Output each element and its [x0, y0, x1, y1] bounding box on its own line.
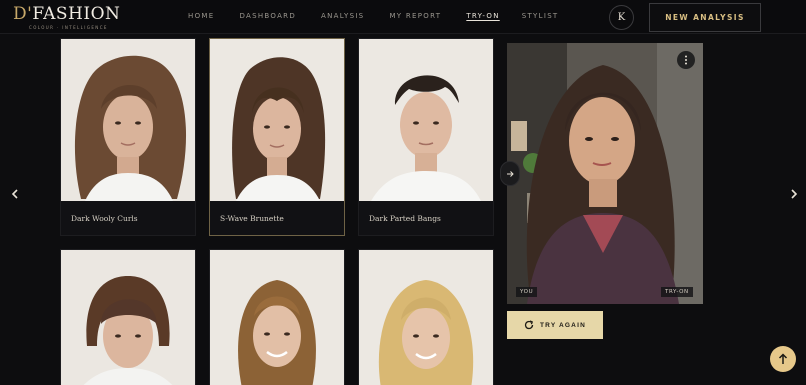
- style-card[interactable]: [209, 249, 345, 385]
- logo-prefix: D': [13, 4, 33, 24]
- new-analysis-button[interactable]: NEW ANALYSIS: [649, 3, 761, 32]
- style-photo: [210, 39, 344, 201]
- nav-dashboard[interactable]: DASHBOARD: [239, 12, 296, 20]
- style-photo: [359, 250, 493, 385]
- style-card-s-wave-brunette[interactable]: S-Wave Brunette: [209, 38, 345, 236]
- chevron-left-icon: [11, 189, 18, 199]
- refresh-icon: [524, 320, 534, 330]
- logo-tagline: COLOUR · INTELLIGENCE: [29, 25, 108, 30]
- style-card-dark-parted-bangs[interactable]: Dark Parted Bangs: [358, 38, 494, 236]
- compare-slider-handle[interactable]: [500, 161, 520, 186]
- preview-menu-button[interactable]: [677, 51, 695, 69]
- nav-analysis[interactable]: ANALYSIS: [321, 12, 364, 20]
- nav-try-on[interactable]: TRY-ON: [466, 12, 499, 20]
- user-avatar[interactable]: K: [609, 5, 634, 30]
- nav-home[interactable]: HOME: [188, 12, 214, 20]
- try-on-label: TRY-ON: [661, 287, 693, 297]
- try-again-button[interactable]: TRY AGAIN: [507, 311, 603, 339]
- style-label: Dark Wooly Curls: [71, 214, 138, 223]
- top-navbar: D'FASHION COLOUR · INTELLIGENCE HOME DAS…: [0, 0, 806, 34]
- carousel-next-button[interactable]: [787, 185, 801, 203]
- try-again-label: TRY AGAIN: [540, 321, 586, 329]
- nav-stylist[interactable]: STYLIST: [522, 12, 559, 20]
- try-on-image: [507, 43, 703, 304]
- you-label: YOU: [516, 287, 538, 297]
- more-vertical-icon: [685, 55, 687, 65]
- try-on-page: D'FASHION COLOUR · INTELLIGENCE HOME DAS…: [0, 0, 806, 385]
- style-photo: [210, 250, 344, 385]
- chevron-right-icon: [791, 189, 798, 199]
- style-photo: [61, 39, 195, 201]
- style-label: S-Wave Brunette: [220, 214, 284, 223]
- try-on-preview[interactable]: [507, 43, 703, 304]
- scroll-to-top-button[interactable]: [770, 346, 796, 372]
- arrow-up-icon: [778, 353, 788, 364]
- style-card[interactable]: [358, 249, 494, 385]
- style-photo: [61, 250, 195, 385]
- main-nav: HOME DASHBOARD ANALYSIS MY REPORT TRY-ON…: [188, 12, 559, 20]
- style-label: Dark Parted Bangs: [369, 214, 441, 223]
- style-card[interactable]: [60, 249, 196, 385]
- style-card-dark-wooly-curls[interactable]: Dark Wooly Curls: [60, 38, 196, 236]
- logo-name: FASHION: [32, 4, 121, 24]
- carousel-prev-button[interactable]: [8, 185, 22, 203]
- style-photo: [359, 39, 493, 201]
- arrow-right-icon: [507, 170, 514, 177]
- brand-logo[interactable]: D'FASHION COLOUR · INTELLIGENCE: [13, 4, 121, 31]
- nav-my-report[interactable]: MY REPORT: [389, 12, 441, 20]
